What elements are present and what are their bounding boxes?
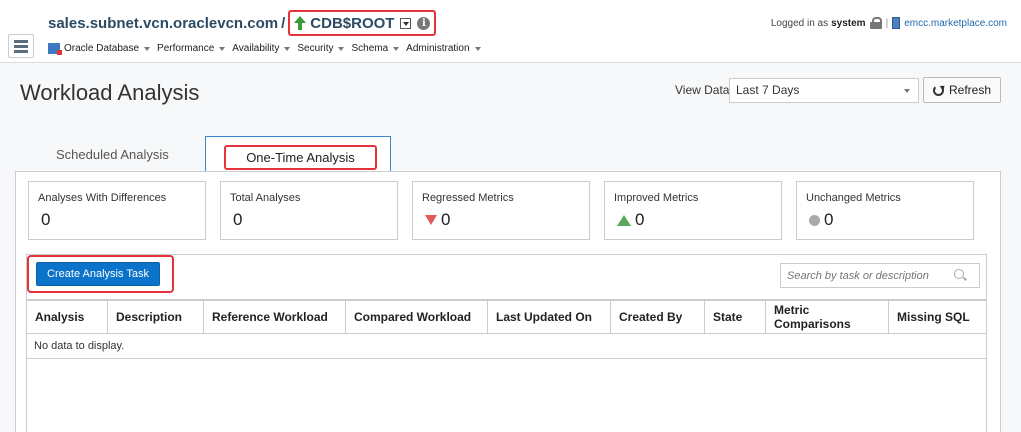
column-header-metric-comparisons[interactable]: Metric Comparisons [766,301,889,333]
improved-up-icon [617,214,631,226]
breadcrumb-separator: / [281,14,286,32]
column-header-missing-sql[interactable]: Missing SQL [889,301,986,333]
metric-value: 0 [635,210,645,229]
column-header-analysis[interactable]: Analysis [27,301,108,333]
metric-card-analyses-with-differences: Analyses With Differences 0 [28,181,206,240]
metric-label: Improved Metrics [614,192,699,204]
info-icon[interactable]: i [417,16,431,30]
page-title: Workload Analysis [20,80,200,105]
chevron-down-icon [393,46,400,51]
metric-card-regressed-metrics: Regressed Metrics 0 [412,181,590,240]
nav-item-security[interactable]: Security [297,43,345,54]
view-data-value: Last 7 Days [736,83,800,97]
target-name[interactable]: CDB$ROOT [310,15,394,32]
lock-icon [869,17,882,29]
nav-item-administration[interactable]: Administration [406,43,481,54]
target-selector[interactable]: CDB$ROOT i [288,10,437,36]
view-data-select[interactable]: Last 7 Days [729,78,919,103]
metric-value: 0 [824,210,834,229]
target-nav-menu: Oracle Database Performance Availability… [48,43,488,55]
view-data-label: View Data [675,83,730,97]
host-name[interactable]: sales.subnet.vcn.oraclevcn.com [48,15,278,32]
regressed-down-icon [425,215,437,225]
metric-value: 0 [233,210,243,229]
metric-card-improved-metrics: Improved Metrics 0 [604,181,782,240]
tab-one-time-analysis[interactable]: One-Time Analysis [224,145,377,170]
metric-label: Analyses With Differences [38,192,167,204]
metric-value: 0 [441,210,451,229]
chevron-down-icon [338,46,345,51]
column-header-description[interactable]: Description [108,301,204,333]
refresh-button[interactable]: Refresh [923,77,1001,103]
database-icon [48,43,62,55]
chevron-down-icon [474,46,481,51]
metric-card-total-analyses: Total Analyses 0 [220,181,398,240]
nav-label: Performance [157,43,215,54]
nav-label: Administration [406,43,470,54]
chevron-down-icon [219,46,226,51]
search-input[interactable] [780,263,980,288]
login-info: Logged in as system | emcc.marketplace.c… [771,17,1007,29]
logged-in-label: Logged in as [770,17,829,29]
empty-table-message: No data to display. [26,334,987,359]
metric-card-unchanged-metrics: Unchanged Metrics 0 [796,181,974,240]
metric-label: Regressed Metrics [422,192,514,204]
tab-scheduled-analysis[interactable]: Scheduled Analysis [56,147,169,162]
refresh-label: Refresh [948,83,992,97]
refresh-icon [932,84,944,96]
divider: | [885,17,889,29]
server-icon [892,17,901,29]
chevron-down-icon [284,46,291,51]
user-name[interactable]: system [831,18,865,29]
column-header-state[interactable]: State [705,301,766,333]
metric-value: 0 [41,210,51,229]
nav-item-performance[interactable]: Performance [157,43,226,54]
table-header: Analysis Description Reference Workload … [26,300,987,334]
nav-label: Availability [232,43,280,54]
column-header-compared-workload[interactable]: Compared Workload [346,301,488,333]
menu-icon[interactable] [8,34,34,58]
unchanged-circle-icon [809,214,820,226]
column-header-last-updated-on[interactable]: Last Updated On [488,301,611,333]
nav-item-oracle-database[interactable]: Oracle Database [48,43,151,55]
server-link[interactable]: emcc.marketplace.com [904,18,1007,29]
status-up-icon [294,16,307,30]
nav-label: Security [297,43,334,54]
chevron-down-icon [904,89,910,93]
nav-label: Oracle Database [64,43,140,54]
target-menu-icon[interactable] [400,17,412,29]
search-icon[interactable] [954,269,964,279]
analysis-table: Analysis Description Reference Workload … [26,300,987,432]
nav-item-schema[interactable]: Schema [351,43,400,54]
metric-label: Unchanged Metrics [806,192,901,204]
metric-label: Total Analyses [230,192,301,204]
chevron-down-icon [144,46,151,51]
column-header-created-by[interactable]: Created By [611,301,705,333]
nav-label: Schema [351,43,389,54]
nav-item-availability[interactable]: Availability [232,43,291,54]
create-analysis-task-button[interactable]: Create Analysis Task [36,262,160,286]
target-breadcrumb: sales.subnet.vcn.oraclevcn.com / CDB$ROO… [48,10,437,36]
table-body [26,359,987,432]
column-header-reference-workload[interactable]: Reference Workload [204,301,346,333]
